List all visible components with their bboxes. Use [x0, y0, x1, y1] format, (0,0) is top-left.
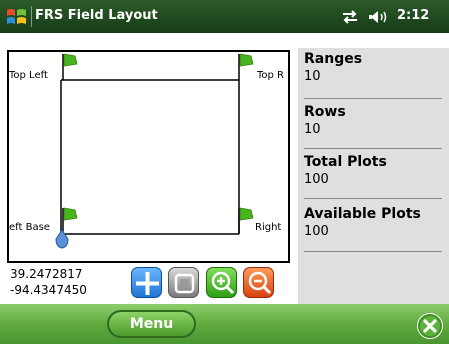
available-plots-value: 100	[304, 224, 329, 239]
available-plots-stat: Available Plots 100	[304, 205, 442, 252]
rows-label: Rows	[304, 104, 346, 120]
title-bar: FRS Field Layout 2:12	[0, 0, 449, 33]
fit-extent-icon	[174, 273, 195, 294]
crosshair-icon	[136, 272, 159, 295]
flag-icon-top-right[interactable]	[237, 52, 257, 80]
zoom-in-icon	[211, 271, 235, 295]
ranges-value: 10	[304, 69, 321, 84]
latitude-readout: 39.2472817	[10, 267, 83, 281]
zoom-out-button[interactable]	[243, 267, 274, 298]
title-separator	[31, 6, 32, 27]
location-marker-icon	[55, 229, 69, 249]
menu-button[interactable]: Menu	[107, 310, 196, 338]
zoom-out-icon	[248, 271, 272, 295]
corner-label-left-base: eft Base	[9, 222, 50, 233]
field-stats-panel: Ranges 10 Rows 10 Total Plots 100 Availa…	[298, 48, 449, 304]
ranges-stat: Ranges 10	[304, 50, 442, 99]
available-plots-label: Available Plots	[304, 206, 421, 222]
rows-stat: Rows 10	[304, 103, 442, 149]
corner-label-top-left: Top Left	[9, 70, 48, 81]
close-button[interactable]	[417, 313, 443, 339]
rows-value: 10	[304, 122, 321, 137]
total-plots-stat: Total Plots 100	[304, 153, 442, 199]
app-title: FRS Field Layout	[35, 8, 158, 23]
connectivity-icon[interactable]	[341, 8, 359, 26]
zoom-in-button[interactable]	[206, 267, 237, 298]
ranges-label: Ranges	[304, 51, 363, 67]
softkey-bar: Menu	[0, 304, 449, 344]
longitude-readout: -94.4347450	[10, 283, 87, 297]
total-plots-value: 100	[304, 172, 329, 187]
corner-label-top-right: Top R	[257, 70, 285, 81]
total-plots-label: Total Plots	[304, 154, 387, 170]
fit-extent-button[interactable]	[168, 267, 199, 298]
windows-start-icon[interactable]	[5, 5, 28, 28]
field-map[interactable]: Top Left Top R eft Base Right	[7, 50, 290, 263]
flag-icon-top-left[interactable]	[61, 52, 81, 80]
clock: 2:12	[397, 8, 430, 23]
gps-coordinates: 39.2472817 -94.4347450	[10, 266, 87, 298]
crosshair-button[interactable]	[131, 267, 162, 298]
close-icon	[418, 314, 442, 338]
flag-icon-right[interactable]	[237, 206, 257, 234]
speaker-icon[interactable]	[367, 8, 389, 26]
corner-label-right: Right	[255, 222, 282, 233]
status-area[interactable]: 2:12	[341, 6, 446, 28]
